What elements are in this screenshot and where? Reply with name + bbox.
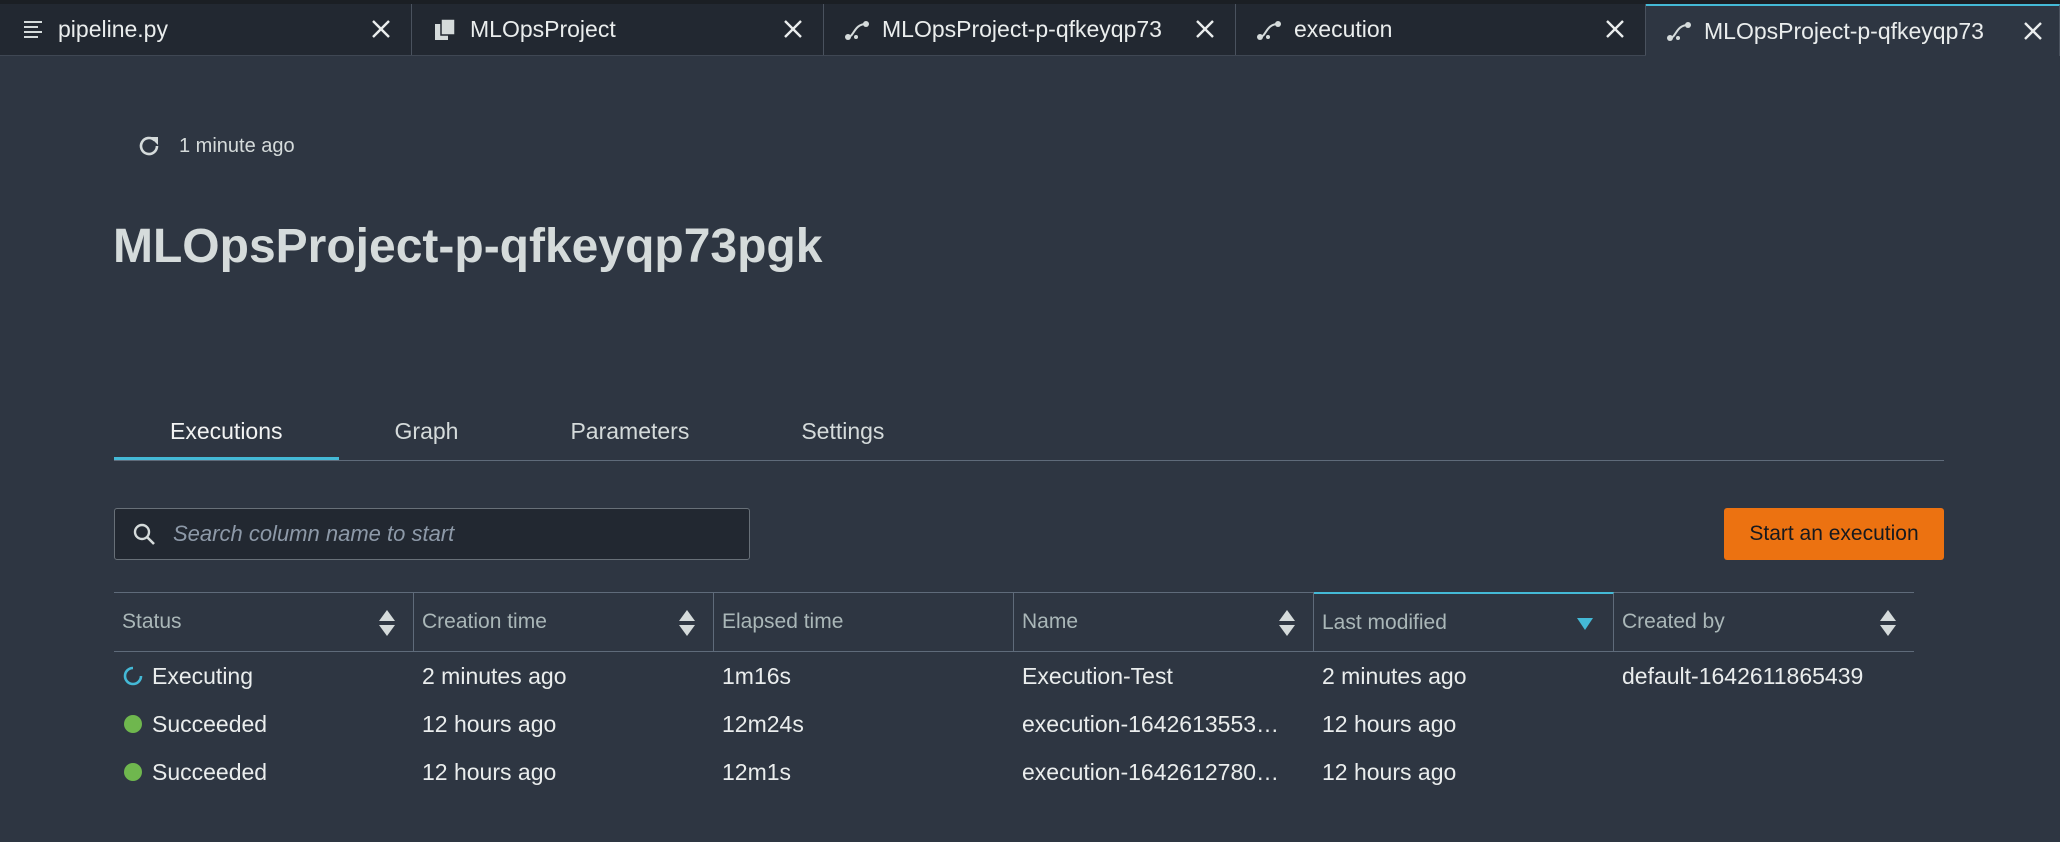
app-window: pipeline.py MLOpsProject MLOpsProject-p-… xyxy=(0,4,2060,842)
spinner-icon xyxy=(122,665,144,687)
success-dot-icon xyxy=(122,761,144,783)
column-header-created-by[interactable]: Created by xyxy=(1614,593,1914,651)
success-dot-icon xyxy=(122,713,144,735)
executions-table: Status Creation time Elapsed time Name L… xyxy=(114,592,1914,796)
sort-icon[interactable] xyxy=(1277,609,1297,637)
column-header-label: Last modified xyxy=(1322,610,1447,634)
pipeline-icon xyxy=(1666,18,1692,44)
search-icon xyxy=(131,521,157,547)
search-box xyxy=(114,508,750,560)
column-header-creation-time[interactable]: Creation time xyxy=(414,593,714,651)
table-row[interactable]: Succeeded 12 hours ago 12m24s execution-… xyxy=(114,700,1914,748)
tab-label: execution xyxy=(1294,16,1393,42)
refresh-status: 1 minute ago xyxy=(135,132,295,160)
elapsed-time-cell: 12m1s xyxy=(722,758,792,785)
last-refreshed-text: 1 minute ago xyxy=(179,134,295,157)
name-cell[interactable]: execution-1642612780… xyxy=(1014,759,1314,786)
pipeline-icon xyxy=(1256,17,1282,43)
editor-tab-execution[interactable]: execution xyxy=(1236,4,1646,55)
tab-label: MLOpsProject-p-qfkeyqp73 xyxy=(1704,17,1984,44)
tab-label: MLOpsProject-p-qfkeyqp73 xyxy=(882,16,1162,42)
column-header-status[interactable]: Status xyxy=(114,593,414,651)
pipeline-tabs: Executions Graph Parameters Settings xyxy=(114,410,1944,461)
creation-time-cell: 2 minutes ago xyxy=(422,662,567,689)
page-title: MLOpsProject-p-qfkeyqp73pgk xyxy=(113,220,823,273)
editor-tab-mlopsproject[interactable]: MLOpsProject xyxy=(412,4,824,55)
tab-label: MLOpsProject xyxy=(470,16,616,42)
column-header-last-modified[interactable]: Last modified xyxy=(1314,592,1614,651)
column-header-label: Creation time xyxy=(422,610,547,633)
sort-icon[interactable] xyxy=(377,609,397,637)
editor-tab-pipeline-active[interactable]: MLOpsProject-p-qfkeyqp73 xyxy=(1646,4,2060,56)
close-icon[interactable] xyxy=(781,17,805,41)
tab-graph[interactable]: Graph xyxy=(339,410,515,460)
close-icon[interactable] xyxy=(369,17,393,41)
table-row[interactable]: Succeeded 12 hours ago 12m1s execution-1… xyxy=(114,748,1914,796)
last-modified-cell: 12 hours ago xyxy=(1322,710,1457,737)
elapsed-time-cell: 12m24s xyxy=(722,710,804,737)
close-icon[interactable] xyxy=(1603,17,1627,41)
creation-time-cell: 12 hours ago xyxy=(422,758,557,785)
file-lines-icon xyxy=(20,17,46,43)
tab-executions[interactable]: Executions xyxy=(114,410,339,460)
start-execution-button[interactable]: Start an execution xyxy=(1724,508,1944,560)
sort-icon[interactable] xyxy=(677,609,697,637)
editor-tab-pipeline-1[interactable]: MLOpsProject-p-qfkeyqp73 xyxy=(824,4,1236,55)
status-cell: Succeeded xyxy=(114,711,414,738)
last-modified-cell: 12 hours ago xyxy=(1322,758,1457,785)
last-modified-cell: 2 minutes ago xyxy=(1322,662,1467,689)
column-header-label: Elapsed time xyxy=(722,610,844,633)
refresh-icon[interactable] xyxy=(135,132,163,160)
tab-label: pipeline.py xyxy=(58,16,168,42)
editor-tab-bar: pipeline.py MLOpsProject MLOpsProject-p-… xyxy=(0,4,2060,56)
close-icon[interactable] xyxy=(2021,19,2045,43)
pipeline-icon xyxy=(844,17,870,43)
sort-descending-icon[interactable] xyxy=(1575,610,1595,638)
elapsed-time-cell: 1m16s xyxy=(722,662,792,689)
created-by-cell: default-1642611865439 xyxy=(1622,662,1864,689)
editor-tab-pipeline-py[interactable]: pipeline.py xyxy=(0,4,412,55)
column-header-label: Created by xyxy=(1622,610,1725,633)
name-cell[interactable]: execution-1642613553… xyxy=(1014,711,1314,738)
table-row[interactable]: Executing 2 minutes ago 1m16s Execution-… xyxy=(114,652,1914,700)
close-icon[interactable] xyxy=(1193,17,1217,41)
column-header-name[interactable]: Name xyxy=(1014,593,1314,651)
tab-parameters[interactable]: Parameters xyxy=(514,410,745,460)
status-cell: Succeeded xyxy=(114,759,414,786)
sort-icon[interactable] xyxy=(1878,609,1898,637)
column-header-label: Name xyxy=(1022,610,1079,633)
table-header: Status Creation time Elapsed time Name L… xyxy=(114,592,1914,652)
project-icon xyxy=(432,17,458,43)
status-text: Executing xyxy=(152,662,254,689)
status-cell: Executing xyxy=(114,663,414,690)
search-input[interactable] xyxy=(171,520,749,548)
column-header-label: Status xyxy=(122,610,182,633)
status-text: Succeeded xyxy=(152,710,268,737)
name-cell[interactable]: Execution-Test xyxy=(1014,663,1314,690)
column-header-elapsed-time[interactable]: Elapsed time xyxy=(714,593,1014,651)
status-text: Succeeded xyxy=(152,758,268,785)
creation-time-cell: 12 hours ago xyxy=(422,710,557,737)
tab-settings[interactable]: Settings xyxy=(745,410,940,460)
